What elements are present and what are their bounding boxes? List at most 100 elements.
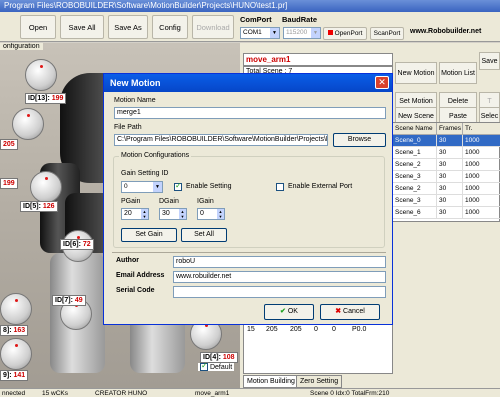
dgain-value: 30	[162, 210, 170, 217]
website-link[interactable]: www.Robobuilder.net	[410, 28, 481, 35]
table-cell[interactable]: Scene_2	[393, 159, 437, 171]
spin-arrows-icon[interactable]: ▲ ▼	[179, 209, 186, 219]
spin-arrows-icon[interactable]: ▲ ▼	[141, 209, 148, 219]
gain-setting-id-select[interactable]: 0 ▼	[121, 181, 163, 193]
servo-dial[interactable]	[25, 59, 57, 91]
igain-spinner[interactable]: 0 ▲ ▼	[197, 208, 225, 220]
table-cell[interactable]: Scene_6	[393, 207, 437, 219]
motion-name-input[interactable]: merge1	[114, 107, 386, 119]
gain-setting-id-value: 0	[124, 183, 128, 190]
pgain-spinner[interactable]: 20 ▲ ▼	[121, 208, 149, 220]
serial-code-input[interactable]	[173, 286, 386, 298]
comport-select[interactable]: COM1 ▼	[240, 27, 280, 39]
ok-button[interactable]: ✔ OK	[264, 304, 314, 320]
cancel-button[interactable]: ✖ Cancel	[320, 304, 380, 320]
enable-external-port-label: Enable External Port	[288, 183, 353, 190]
servo-value: 141	[13, 372, 26, 379]
set-gain-button[interactable]: Set Gain	[121, 228, 177, 242]
tab-zero-setting[interactable]: Zero Setting	[296, 375, 343, 388]
scene-table[interactable]: Scene Name Frames Tr. Time[ms] Scene_030…	[392, 122, 500, 222]
table-cell[interactable]: 1000	[463, 147, 500, 159]
enable-external-port-checkbox[interactable]	[276, 183, 284, 191]
table-cell[interactable]: Scene_1	[393, 147, 437, 159]
author-label: Author	[116, 257, 139, 264]
table-cell[interactable]: 1000	[463, 183, 500, 195]
servo-id: ID[4]	[203, 354, 219, 361]
table-cell[interactable]: 30	[437, 195, 463, 207]
table-cell[interactable]: 30	[437, 171, 463, 183]
table-cell[interactable]: 30	[437, 183, 463, 195]
table-cell[interactable]: 30	[437, 159, 463, 171]
servo-readout: ID[6]: 72	[60, 239, 94, 250]
default-checkbox-row[interactable]: Default	[198, 361, 235, 371]
table-cell[interactable]: Scene_0	[393, 135, 437, 147]
open-button[interactable]: Open	[20, 15, 56, 39]
status-connection: nnected	[2, 390, 26, 397]
servo-value: 199	[3, 180, 15, 187]
save-button[interactable]: Save	[479, 52, 500, 70]
default-checkbox[interactable]	[200, 361, 208, 371]
servo-value: 49	[74, 297, 83, 304]
column-header[interactable]: Scene Name	[393, 123, 437, 135]
ok-label: OK	[287, 308, 298, 315]
table-cell[interactable]: 1000	[463, 159, 500, 171]
enable-setting-checkbox[interactable]	[174, 181, 182, 191]
cancel-label: Cancel	[343, 308, 365, 315]
table-cell: 15	[247, 326, 255, 333]
config-button[interactable]: Config	[152, 15, 188, 39]
set-all-button[interactable]: Set All	[181, 228, 227, 242]
servo-dial[interactable]	[30, 171, 62, 203]
author-input[interactable]: roboU	[173, 256, 386, 268]
servo-value: 72	[82, 241, 91, 248]
group-title: Motion Configurations	[119, 152, 192, 159]
table-cell[interactable]: Scene_3	[393, 195, 437, 207]
servo-dial[interactable]	[0, 293, 32, 325]
column-header[interactable]: Frames	[437, 123, 463, 135]
enable-setting-label: Enable Setting	[186, 183, 232, 190]
table-cell[interactable]: 30	[437, 207, 463, 219]
table-cell: 205	[266, 326, 278, 333]
servo-value: 199	[51, 95, 64, 102]
igain-value: 0	[200, 210, 204, 217]
table-cell[interactable]: Scene_3	[393, 171, 437, 183]
table-cell[interactable]: 1000	[463, 171, 500, 183]
baudrate-select[interactable]: 115200 ▼	[283, 27, 321, 39]
servo-dial[interactable]	[12, 108, 44, 140]
scan-port-button[interactable]: ScanPort	[370, 27, 404, 40]
browse-button[interactable]: Browse	[333, 133, 386, 147]
servo-readout: ID[13]: 199	[25, 93, 67, 104]
servo-id: ID[7]	[55, 297, 71, 304]
configuration-tab[interactable]: onfiguration	[0, 43, 43, 50]
spin-arrows-icon[interactable]: ▲ ▼	[217, 209, 224, 219]
divider	[112, 252, 386, 253]
servo-readout: 8]: 163	[0, 325, 29, 336]
dgain-spinner[interactable]: 30 ▲ ▼	[159, 208, 187, 220]
status-wcks: 15 wCKs	[42, 390, 69, 397]
table-cell[interactable]: 30	[437, 147, 463, 159]
servo-table[interactable]: 15 205 205 0 0 P0.0	[243, 318, 393, 374]
save-as-button[interactable]: Save As	[108, 15, 148, 39]
tab-motion-building[interactable]: Motion Building	[243, 375, 299, 388]
table-cell[interactable]: 30	[437, 135, 463, 147]
table-cell[interactable]: 1000	[463, 135, 500, 147]
download-button[interactable]: Download	[192, 15, 234, 39]
column-header[interactable]: Tr. Time[ms]	[463, 123, 500, 144]
open-port-label: OpenPort	[334, 30, 363, 37]
file-path-input[interactable]: C:\Program Files\ROBOBUILDER\Software\Mo…	[114, 134, 328, 146]
motion-list-button[interactable]: Motion List	[439, 62, 477, 84]
new-motion-button[interactable]: New Motion	[395, 62, 437, 84]
default-label: Default	[209, 363, 233, 371]
open-port-button[interactable]: OpenPort	[323, 27, 367, 40]
close-icon[interactable]: ✕	[375, 76, 389, 89]
pgain-value: 20	[124, 210, 132, 217]
servo-readout: 199	[0, 178, 18, 189]
status-scene: Scene 0 Idx:0 TotalFrm:210	[310, 390, 390, 397]
status-bar: nnected 15 wCKs CREATOR HUNO move_arm1 S…	[0, 388, 500, 397]
table-cell[interactable]: Scene_2	[393, 183, 437, 195]
email-input[interactable]: www.robuilder.net	[173, 271, 386, 283]
save-all-button[interactable]: Save All	[60, 15, 104, 39]
servo-dial[interactable]	[0, 338, 32, 370]
table-cell[interactable]: 1000	[463, 195, 500, 207]
table-cell[interactable]: 1000	[463, 207, 500, 219]
status-creator: CREATOR HUNO	[95, 390, 148, 397]
